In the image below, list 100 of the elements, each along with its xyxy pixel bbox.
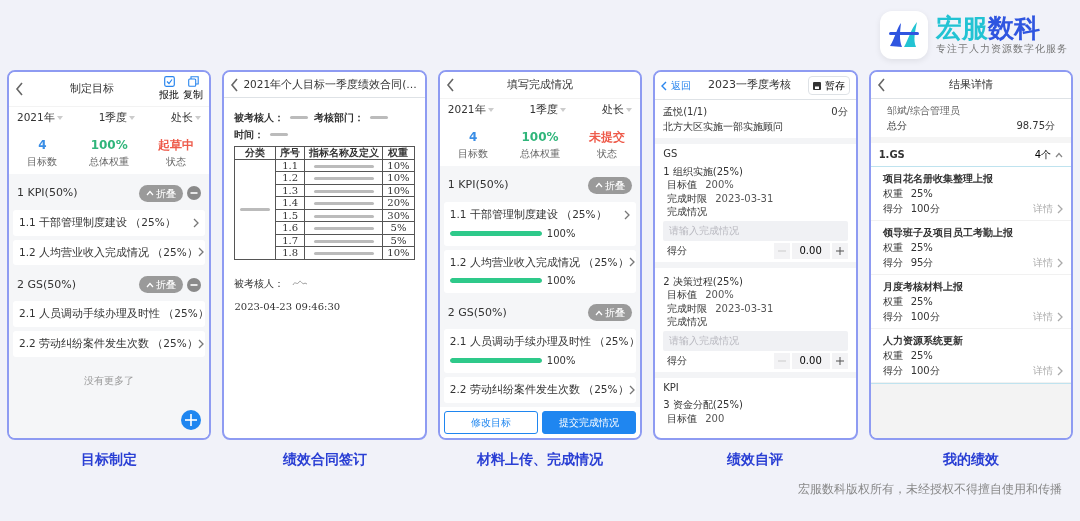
- field-label: 完成时限: [667, 301, 708, 315]
- chevron-up-icon: [146, 190, 155, 197]
- chevron-right-icon: [1057, 365, 1064, 376]
- group-title: 1.GS: [878, 148, 905, 162]
- remove-icon[interactable]: [187, 186, 202, 201]
- filter-dropdown[interactable]: 1季度: [529, 102, 567, 118]
- decrement-button[interactable]: [773, 352, 790, 369]
- screen-caption: 绩效自评: [727, 450, 784, 469]
- goal-item[interactable]: 1.1 干部管理制度建设 （25%） 100%: [443, 201, 637, 246]
- field-value: 2023-03-31: [715, 191, 774, 205]
- field-label: 目标值: [667, 288, 698, 302]
- back-icon[interactable]: [445, 78, 455, 92]
- back-icon[interactable]: [15, 82, 24, 96]
- decrement-button[interactable]: [773, 242, 790, 259]
- screen-title: 2023一季度考核: [706, 77, 792, 94]
- stat-value: 起草中: [157, 136, 195, 154]
- illegible-text-line: [313, 252, 374, 255]
- field-label: 权重: [882, 241, 903, 255]
- total-label: 总分: [886, 119, 907, 133]
- employee-position: 北方大区实施一部实施顾问: [663, 120, 785, 134]
- score-label: 得分: [667, 353, 688, 368]
- table-cell: 10%: [382, 184, 415, 197]
- employee-name: 孟悦(1/1): [663, 105, 708, 119]
- caret-icon[interactable]: [487, 107, 494, 112]
- filter-dropdown[interactable]: 处长: [602, 102, 633, 118]
- plus-icon: [835, 246, 844, 255]
- illegible-text-line: [290, 116, 309, 119]
- back-icon[interactable]: [876, 78, 886, 92]
- table-cell: 10%: [382, 246, 415, 259]
- table-cell: 20%: [382, 196, 415, 209]
- toolbar-button[interactable]: 复制: [183, 76, 204, 102]
- back-icon: [661, 80, 668, 91]
- screen-title: 制定目标: [68, 80, 115, 97]
- group-title: 2 GS(50%): [17, 276, 78, 293]
- illegible-text-line: [313, 202, 374, 205]
- column-header: 序号: [275, 146, 305, 159]
- goal-item[interactable]: 2.1 人员调动手续办理及时性 （25%）: [13, 301, 206, 327]
- table-cell: 1.7: [275, 234, 305, 247]
- table-cell: 1.4: [275, 196, 305, 209]
- screen-caption: 绩效合同签订: [282, 450, 367, 469]
- goal-item[interactable]: 2.1 人员调动手续办理及时性 （25%） 100%: [443, 329, 637, 373]
- group-toggle[interactable]: 4个: [1034, 147, 1064, 162]
- goal-label: 1.2 人均营业收入完成情况 （25%）: [19, 244, 198, 260]
- chevron-right-icon: [197, 247, 204, 258]
- save-icon: [812, 81, 821, 90]
- table-cell: 1.2: [275, 171, 305, 184]
- group-title: 1 KPI(50%): [447, 177, 510, 193]
- goal-item[interactable]: 1.1 干部管理制度建设 （25%）: [13, 209, 206, 236]
- caret-icon[interactable]: [626, 107, 633, 112]
- score-input[interactable]: 0.00: [791, 242, 830, 259]
- field-label: 得分: [882, 256, 903, 270]
- caret-icon[interactable]: [56, 115, 63, 120]
- filter-dropdown[interactable]: 处长: [171, 110, 202, 126]
- chevron-right-icon: [628, 384, 635, 395]
- remove-icon[interactable]: [187, 277, 202, 292]
- plus-icon: [185, 414, 198, 426]
- chevron-up-icon: [595, 182, 604, 189]
- column-header: 权重: [382, 146, 415, 159]
- goal-item[interactable]: 2.2 劳动纠纷案件发生次数 （25%）: [443, 377, 637, 403]
- save-button[interactable]: 暂存: [807, 76, 850, 95]
- signature-drawing: [292, 279, 309, 287]
- total-score: 0分: [831, 105, 848, 119]
- filter-dropdown[interactable]: 1季度: [98, 110, 136, 126]
- increment-button[interactable]: [831, 352, 848, 369]
- back-link[interactable]: 返回: [661, 78, 692, 93]
- illegible-text-line: [370, 116, 389, 119]
- goal-label: 2.1 人员调动手续办理及时性 （25%）: [19, 306, 209, 322]
- illegible-text-line: [313, 227, 374, 230]
- stat-label: 目标数: [26, 154, 59, 169]
- chevron-right-icon: [1057, 311, 1064, 322]
- edit-button[interactable]: 修改目标: [443, 411, 538, 434]
- screen-caption: 我的绩效: [942, 450, 999, 469]
- goal-item[interactable]: 1.2 人均营业收入完成情况 （25%） 100%: [443, 249, 637, 294]
- illegible-text-line: [270, 133, 289, 136]
- group-title: 1 KPI(50%): [17, 185, 79, 201]
- back-icon[interactable]: [230, 77, 240, 92]
- filter-dropdown[interactable]: 2021年: [17, 110, 63, 126]
- field-label: 权重: [882, 187, 903, 201]
- chevron-up-icon: [595, 309, 604, 316]
- caret-icon[interactable]: [195, 115, 202, 120]
- submit-button[interactable]: 提交完成情况: [542, 411, 637, 434]
- goal-item[interactable]: 1.2 人均营业收入完成情况 （25%）: [13, 239, 206, 266]
- column-header: 分类: [234, 146, 276, 159]
- field-label: 得分: [882, 364, 903, 378]
- field-value: 25%: [910, 241, 933, 255]
- caret-icon[interactable]: [129, 115, 136, 120]
- field-value: 25%: [910, 349, 933, 363]
- stat-label: 状态: [165, 154, 187, 169]
- add-button[interactable]: [181, 410, 202, 430]
- stat-value: 未提交: [587, 128, 626, 146]
- caret-icon[interactable]: [560, 107, 567, 112]
- table-cell: 10%: [382, 171, 415, 184]
- goal-item[interactable]: 2.2 劳动纠纷案件发生次数 （25%）: [13, 331, 206, 357]
- filter-dropdown[interactable]: 2021年: [447, 102, 494, 118]
- score-input[interactable]: 0.00: [791, 352, 830, 369]
- toolbar-button[interactable]: 报批: [159, 76, 180, 102]
- increment-button[interactable]: [831, 242, 848, 259]
- field-label: 完成时限: [667, 191, 708, 205]
- field-value: 25%: [910, 187, 933, 201]
- field-label: 目标值: [667, 411, 698, 425]
